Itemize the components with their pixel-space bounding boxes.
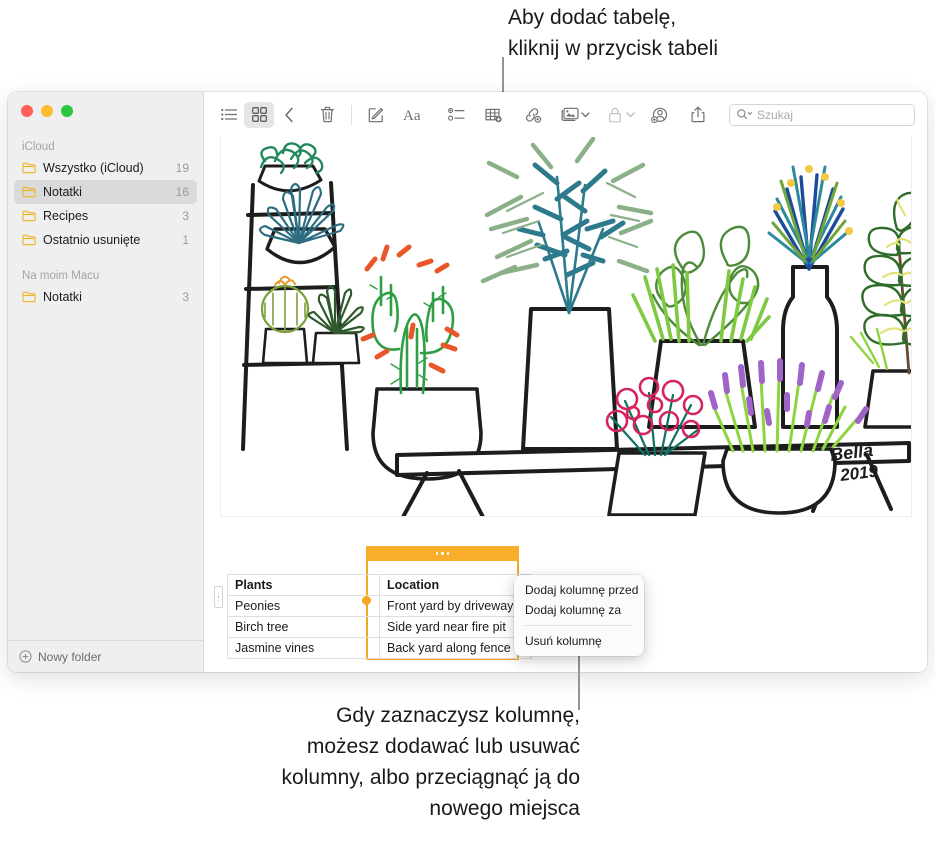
table-row-handle[interactable]	[214, 586, 223, 608]
toolbar: Aa	[204, 92, 927, 137]
share-collaborate-icon[interactable]	[645, 102, 675, 128]
column-context-menu: Dodaj kolumnę przed Dodaj kolumnę za Usu…	[514, 575, 644, 656]
sidebar-item-label: Notatki	[43, 185, 82, 199]
menu-item-add-column-before[interactable]: Dodaj kolumnę przed	[514, 580, 644, 600]
note-table-wrapper: Plants Location Peonies Front yard by dr…	[214, 546, 532, 660]
sidebar-section-mac-label: Na moim Macu	[22, 270, 100, 282]
table-cell[interactable]: Peonies	[227, 595, 380, 617]
sidebar-item-label: Notatki	[43, 290, 82, 304]
callout-top-text: Aby dodać tabelę, kliknij w przycisk tab…	[508, 6, 719, 60]
table-header-cell[interactable]: Location	[379, 574, 532, 596]
sidebar-item-count: 16	[175, 185, 189, 199]
sidebar-item-notatki-mac[interactable]: Notatki 3	[14, 285, 197, 309]
new-folder-label: Nowy folder	[38, 649, 102, 664]
chevron-down-icon[interactable]	[626, 111, 635, 118]
plus-circle-icon	[19, 650, 32, 663]
folder-icon	[22, 234, 36, 246]
toolbar-divider	[351, 104, 352, 125]
chevron-down-icon[interactable]	[581, 111, 590, 118]
grid-view-icon[interactable]	[244, 101, 274, 128]
main-pane: Aa Szukaj Bella 2019 Plants Location Peo…	[204, 92, 927, 672]
trash-icon[interactable]	[312, 102, 342, 128]
close-window-button[interactable]	[21, 105, 33, 117]
sidebar-item-label: Ostatnio usunięte	[43, 233, 141, 247]
folder-icon	[22, 291, 36, 303]
new-folder-button[interactable]: Nowy folder	[8, 640, 203, 672]
note-drawing[interactable]: Bella 2019	[220, 137, 912, 517]
table-row: Peonies Front yard by driveway	[227, 595, 532, 617]
menu-item-add-column-after[interactable]: Dodaj kolumnę za	[514, 600, 644, 620]
sidebar-item-count: 1	[182, 233, 189, 247]
sidebar-item-recipes[interactable]: Recipes 3	[14, 204, 197, 228]
maximize-window-button[interactable]	[61, 105, 73, 117]
sidebar-item-label: Recipes	[43, 209, 89, 223]
table-header-row: Plants Location	[227, 574, 532, 596]
table-row: Birch tree Side yard near fire pit	[227, 616, 532, 638]
text-format-icon[interactable]: Aa	[399, 102, 433, 128]
sidebar-item-notatki-icloud[interactable]: Notatki 16	[14, 180, 197, 204]
table-cell[interactable]: Birch tree	[227, 616, 380, 638]
svg-text:2019: 2019	[838, 461, 879, 485]
table-cell[interactable]: Back yard along fence	[379, 637, 532, 659]
share-icon[interactable]	[683, 102, 713, 128]
search-input[interactable]	[757, 107, 907, 122]
sidebar-item-ostatnio-usuniete[interactable]: Ostatnio usunięte 1	[14, 228, 197, 252]
column-drag-handle[interactable]	[366, 546, 519, 561]
table-cell[interactable]: Side yard near fire pit	[379, 616, 532, 638]
sidebar-item-label: Wszystko (iCloud)	[43, 161, 144, 175]
back-chevron-icon[interactable]	[274, 102, 304, 128]
compose-note-icon[interactable]	[361, 102, 391, 128]
list-view-icon[interactable]	[214, 102, 244, 128]
menu-divider	[525, 625, 633, 626]
note-content-area: Bella 2019 Plants Location Peonies Front…	[204, 137, 927, 672]
svg-text:Aa: Aa	[403, 108, 421, 122]
search-icon	[737, 109, 752, 120]
sidebar-item-count: 3	[182, 290, 189, 304]
menu-item-delete-column[interactable]: Usuń kolumnę	[514, 631, 644, 651]
table-cell[interactable]: Jasmine vines	[227, 637, 380, 659]
checklist-icon[interactable]	[441, 102, 471, 128]
callout-bottom-text: Gdy zaznaczysz kolumnę, możesz dodawać l…	[281, 704, 580, 820]
search-field[interactable]	[729, 103, 915, 126]
minimize-window-button[interactable]	[41, 105, 53, 117]
sidebar-item-wszystko-icloud[interactable]: Wszystko (iCloud) 19	[14, 156, 197, 180]
sidebar-item-count: 19	[175, 161, 189, 175]
note-table[interactable]: Plants Location Peonies Front yard by dr…	[227, 574, 532, 659]
folder-icon	[22, 210, 36, 222]
sidebar-item-count: 3	[182, 209, 189, 223]
table-header-cell[interactable]: Plants	[227, 574, 380, 596]
folder-icon	[22, 186, 36, 198]
sidebar-section-icloud-label: iCloud	[22, 141, 55, 153]
sidebar: iCloud Wszystko (iCloud) 19 Notatki 16 R…	[8, 92, 204, 672]
table-row: Jasmine vines Back yard along fence	[227, 637, 532, 659]
table-cell[interactable]: Front yard by driveway	[379, 595, 532, 617]
link-icon[interactable]	[517, 102, 547, 128]
folder-icon	[22, 162, 36, 174]
window-traffic-lights	[8, 92, 203, 117]
notes-app-window: iCloud Wszystko (iCloud) 19 Notatki 16 R…	[8, 92, 927, 672]
table-icon[interactable]	[479, 102, 509, 128]
